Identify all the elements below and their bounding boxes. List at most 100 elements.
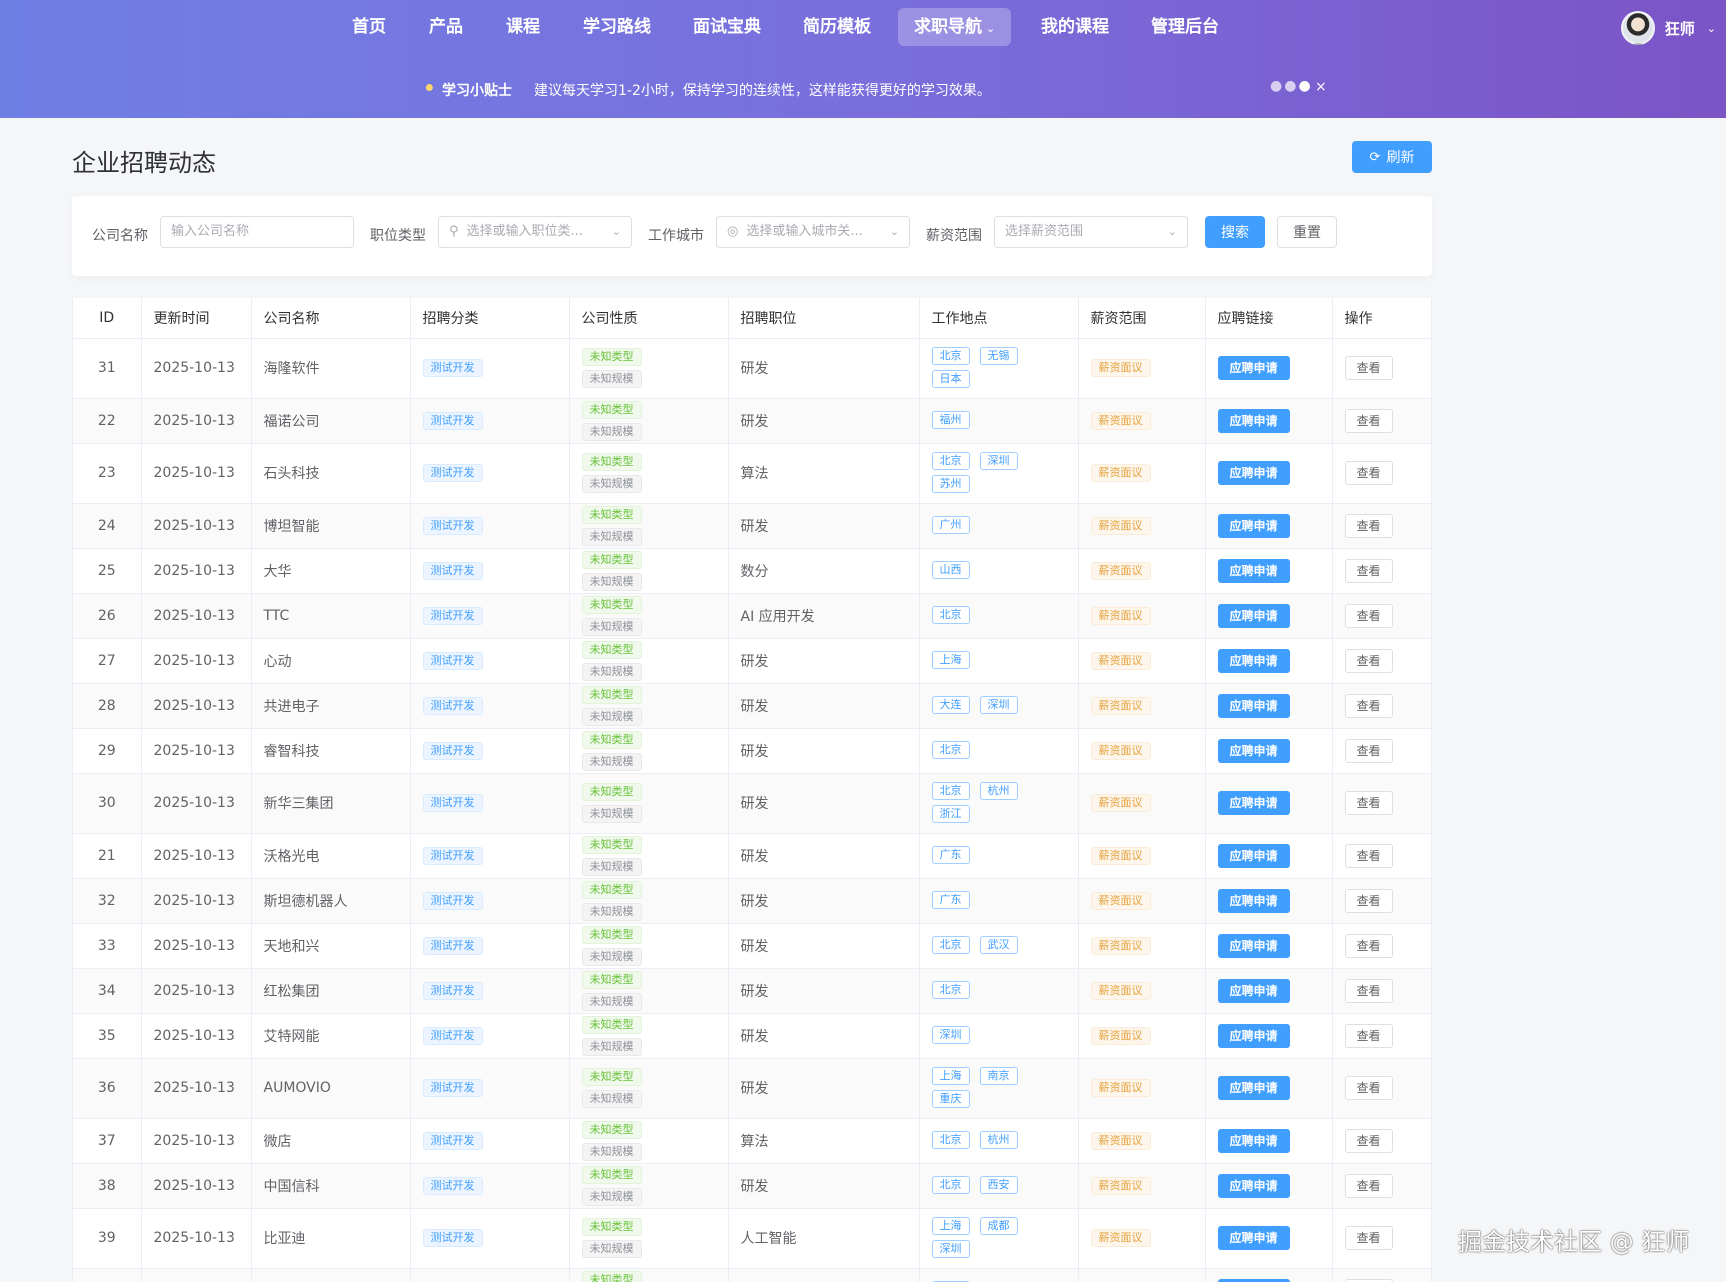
cell-location: 上海 成都 深圳	[919, 1208, 1079, 1269]
reset-button[interactable]: 重置	[1277, 216, 1337, 248]
view-button[interactable]: 查看	[1344, 1128, 1393, 1153]
apply-button[interactable]: 应聘申请	[1217, 408, 1290, 433]
company-type-tag: 未知类型	[581, 835, 642, 854]
nav-resume-templates[interactable]: 简历模板	[803, 8, 871, 46]
apply-button[interactable]: 应聘申请	[1217, 461, 1290, 485]
apply-button[interactable]: 应聘申请	[1217, 791, 1290, 815]
nav-courses[interactable]: 课程	[506, 8, 540, 46]
apply-button[interactable]: 应聘申请	[1217, 1076, 1290, 1100]
view-button[interactable]: 查看	[1344, 978, 1393, 1003]
cell-salary: 薪资面议	[1078, 1208, 1206, 1269]
cell-apply: 应聘申请	[1205, 638, 1333, 684]
cell-category: 测试开发	[410, 968, 570, 1014]
table-row: 32 2025-10-13 斯坦德机器人 测试开发 未知类型未知规模 研发 广东 薪资面议 应聘…	[73, 878, 1431, 924]
company-input[interactable]: 输入公司名称	[160, 216, 354, 248]
view-button[interactable]: 查看	[1344, 738, 1393, 763]
view-button[interactable]: 查看	[1344, 603, 1393, 628]
apply-button[interactable]: 应聘申请	[1217, 603, 1290, 628]
apply-button[interactable]: 应聘申请	[1217, 513, 1290, 538]
location-tag: 深圳	[931, 1240, 970, 1258]
search-button[interactable]: 搜索	[1205, 216, 1265, 248]
view-button[interactable]: 查看	[1344, 1173, 1393, 1198]
apply-button[interactable]: 应聘申请	[1217, 648, 1290, 673]
apply-button[interactable]: 应聘申请	[1217, 843, 1290, 868]
cell-position: 研发	[728, 683, 920, 729]
view-button[interactable]: 查看	[1344, 791, 1393, 815]
category-tag: 测试开发	[422, 651, 483, 670]
cell-category: 测试开发	[410, 878, 570, 924]
view-button[interactable]: 查看	[1344, 513, 1393, 538]
apply-button[interactable]: 应聘申请	[1217, 1128, 1290, 1153]
company-type-tag: 未知类型	[581, 505, 642, 524]
cell-location: 福州	[919, 398, 1079, 444]
nav-my-courses[interactable]: 我的课程	[1041, 8, 1109, 46]
location-tag: 重庆	[931, 1090, 970, 1108]
category-tag: 测试开发	[422, 936, 483, 955]
salary-tag: 薪资面议	[1090, 981, 1151, 1000]
nav-job-navigation[interactable]: 求职导航 ⌄	[898, 8, 1012, 46]
apply-button[interactable]: 应聘申请	[1217, 1226, 1290, 1250]
chevron-down-icon: ⌄	[1706, 21, 1716, 35]
view-button[interactable]: 查看	[1344, 1278, 1393, 1282]
view-button[interactable]: 查看	[1344, 648, 1393, 673]
cell-apply: 应聘申请	[1205, 773, 1333, 834]
apply-button[interactable]: 应聘申请	[1217, 558, 1290, 583]
nav-interview-guide[interactable]: 面试宝典	[693, 8, 761, 46]
job-type-select[interactable]: ⚲ 选择或输入职位类... ⌄	[438, 216, 632, 248]
cell-id: 29	[73, 728, 142, 774]
cell-salary: 薪资面议	[1078, 443, 1206, 504]
view-button[interactable]: 查看	[1344, 408, 1393, 433]
column-header-company: 公司名称	[251, 298, 411, 339]
carousel-dots[interactable]: ●●●	[1270, 78, 1313, 94]
apply-button[interactable]: 应聘申请	[1217, 978, 1290, 1003]
salary-tag: 薪资面议	[1090, 561, 1151, 580]
view-button[interactable]: 查看	[1344, 933, 1393, 958]
salary-tag: 薪资面议	[1090, 1131, 1151, 1150]
apply-button[interactable]: 应聘申请	[1217, 738, 1290, 763]
salary-select[interactable]: 选择薪资范围 ⌄	[994, 216, 1188, 248]
cell-id: 28	[73, 683, 142, 729]
cell-location: 广东	[919, 833, 1079, 879]
cell-actions: 查看	[1332, 878, 1431, 924]
cell-company: 天地和兴	[251, 923, 411, 969]
city-select[interactable]: ◎ 选择或输入城市关... ⌄	[716, 216, 910, 248]
nav-home[interactable]: 首页	[352, 8, 386, 46]
close-icon[interactable]: ×	[1315, 79, 1327, 95]
table-row: 26 2025-10-13 TTC 测试开发 未知类型未知规模 AI 应用开发 北京 薪资面议…	[73, 593, 1431, 639]
view-button[interactable]: 查看	[1344, 1076, 1393, 1100]
apply-button[interactable]: 应聘申请	[1217, 1173, 1290, 1198]
company-type-tag: 未知类型	[581, 1015, 642, 1034]
view-button[interactable]: 查看	[1344, 356, 1393, 380]
user-menu[interactable]: 狂师 ⌄	[1620, 10, 1716, 46]
view-button[interactable]: 查看	[1344, 461, 1393, 485]
nav-learning-path[interactable]: 学习路线	[583, 8, 651, 46]
cell-actions: 查看	[1332, 443, 1431, 504]
location-tag: 北京	[931, 936, 970, 954]
nav-admin[interactable]: 管理后台	[1151, 8, 1219, 46]
cell-apply: 应聘申请	[1205, 968, 1333, 1014]
view-button[interactable]: 查看	[1344, 843, 1393, 868]
cell-category: 测试开发	[410, 638, 570, 684]
view-button[interactable]: 查看	[1344, 1023, 1393, 1048]
apply-button[interactable]: 应聘申请	[1217, 888, 1290, 913]
cell-company: 斯坦德机器人	[251, 878, 411, 924]
view-button[interactable]: 查看	[1344, 888, 1393, 913]
cell-updated: 2025-10-13	[141, 1118, 252, 1164]
apply-button[interactable]: 应聘申请	[1217, 693, 1290, 718]
view-button[interactable]: 查看	[1344, 558, 1393, 583]
cell-updated: 2025-10-13	[141, 833, 252, 879]
view-button[interactable]: 查看	[1344, 1226, 1393, 1250]
apply-button[interactable]: 应聘申请	[1217, 356, 1290, 380]
cell-category: 测试开发	[410, 338, 570, 399]
cell-actions: 查看	[1332, 773, 1431, 834]
company-type-tag: 未知类型	[581, 400, 642, 419]
cell-salary: 薪资面议	[1078, 398, 1206, 444]
cell-location: 北京	[919, 968, 1079, 1014]
apply-button[interactable]: 应聘申请	[1217, 1023, 1290, 1048]
apply-button[interactable]: 应聘申请	[1217, 933, 1290, 958]
refresh-button[interactable]: ⟳ 刷新	[1352, 141, 1432, 173]
nav-products[interactable]: 产品	[429, 8, 463, 46]
view-button[interactable]: 查看	[1344, 693, 1393, 718]
table-row: 21 2025-10-13 沃格光电 测试开发 未知类型未知规模 研发 广东 薪资面议 应聘申请…	[73, 833, 1431, 879]
apply-button[interactable]: 应聘申请	[1217, 1278, 1290, 1282]
